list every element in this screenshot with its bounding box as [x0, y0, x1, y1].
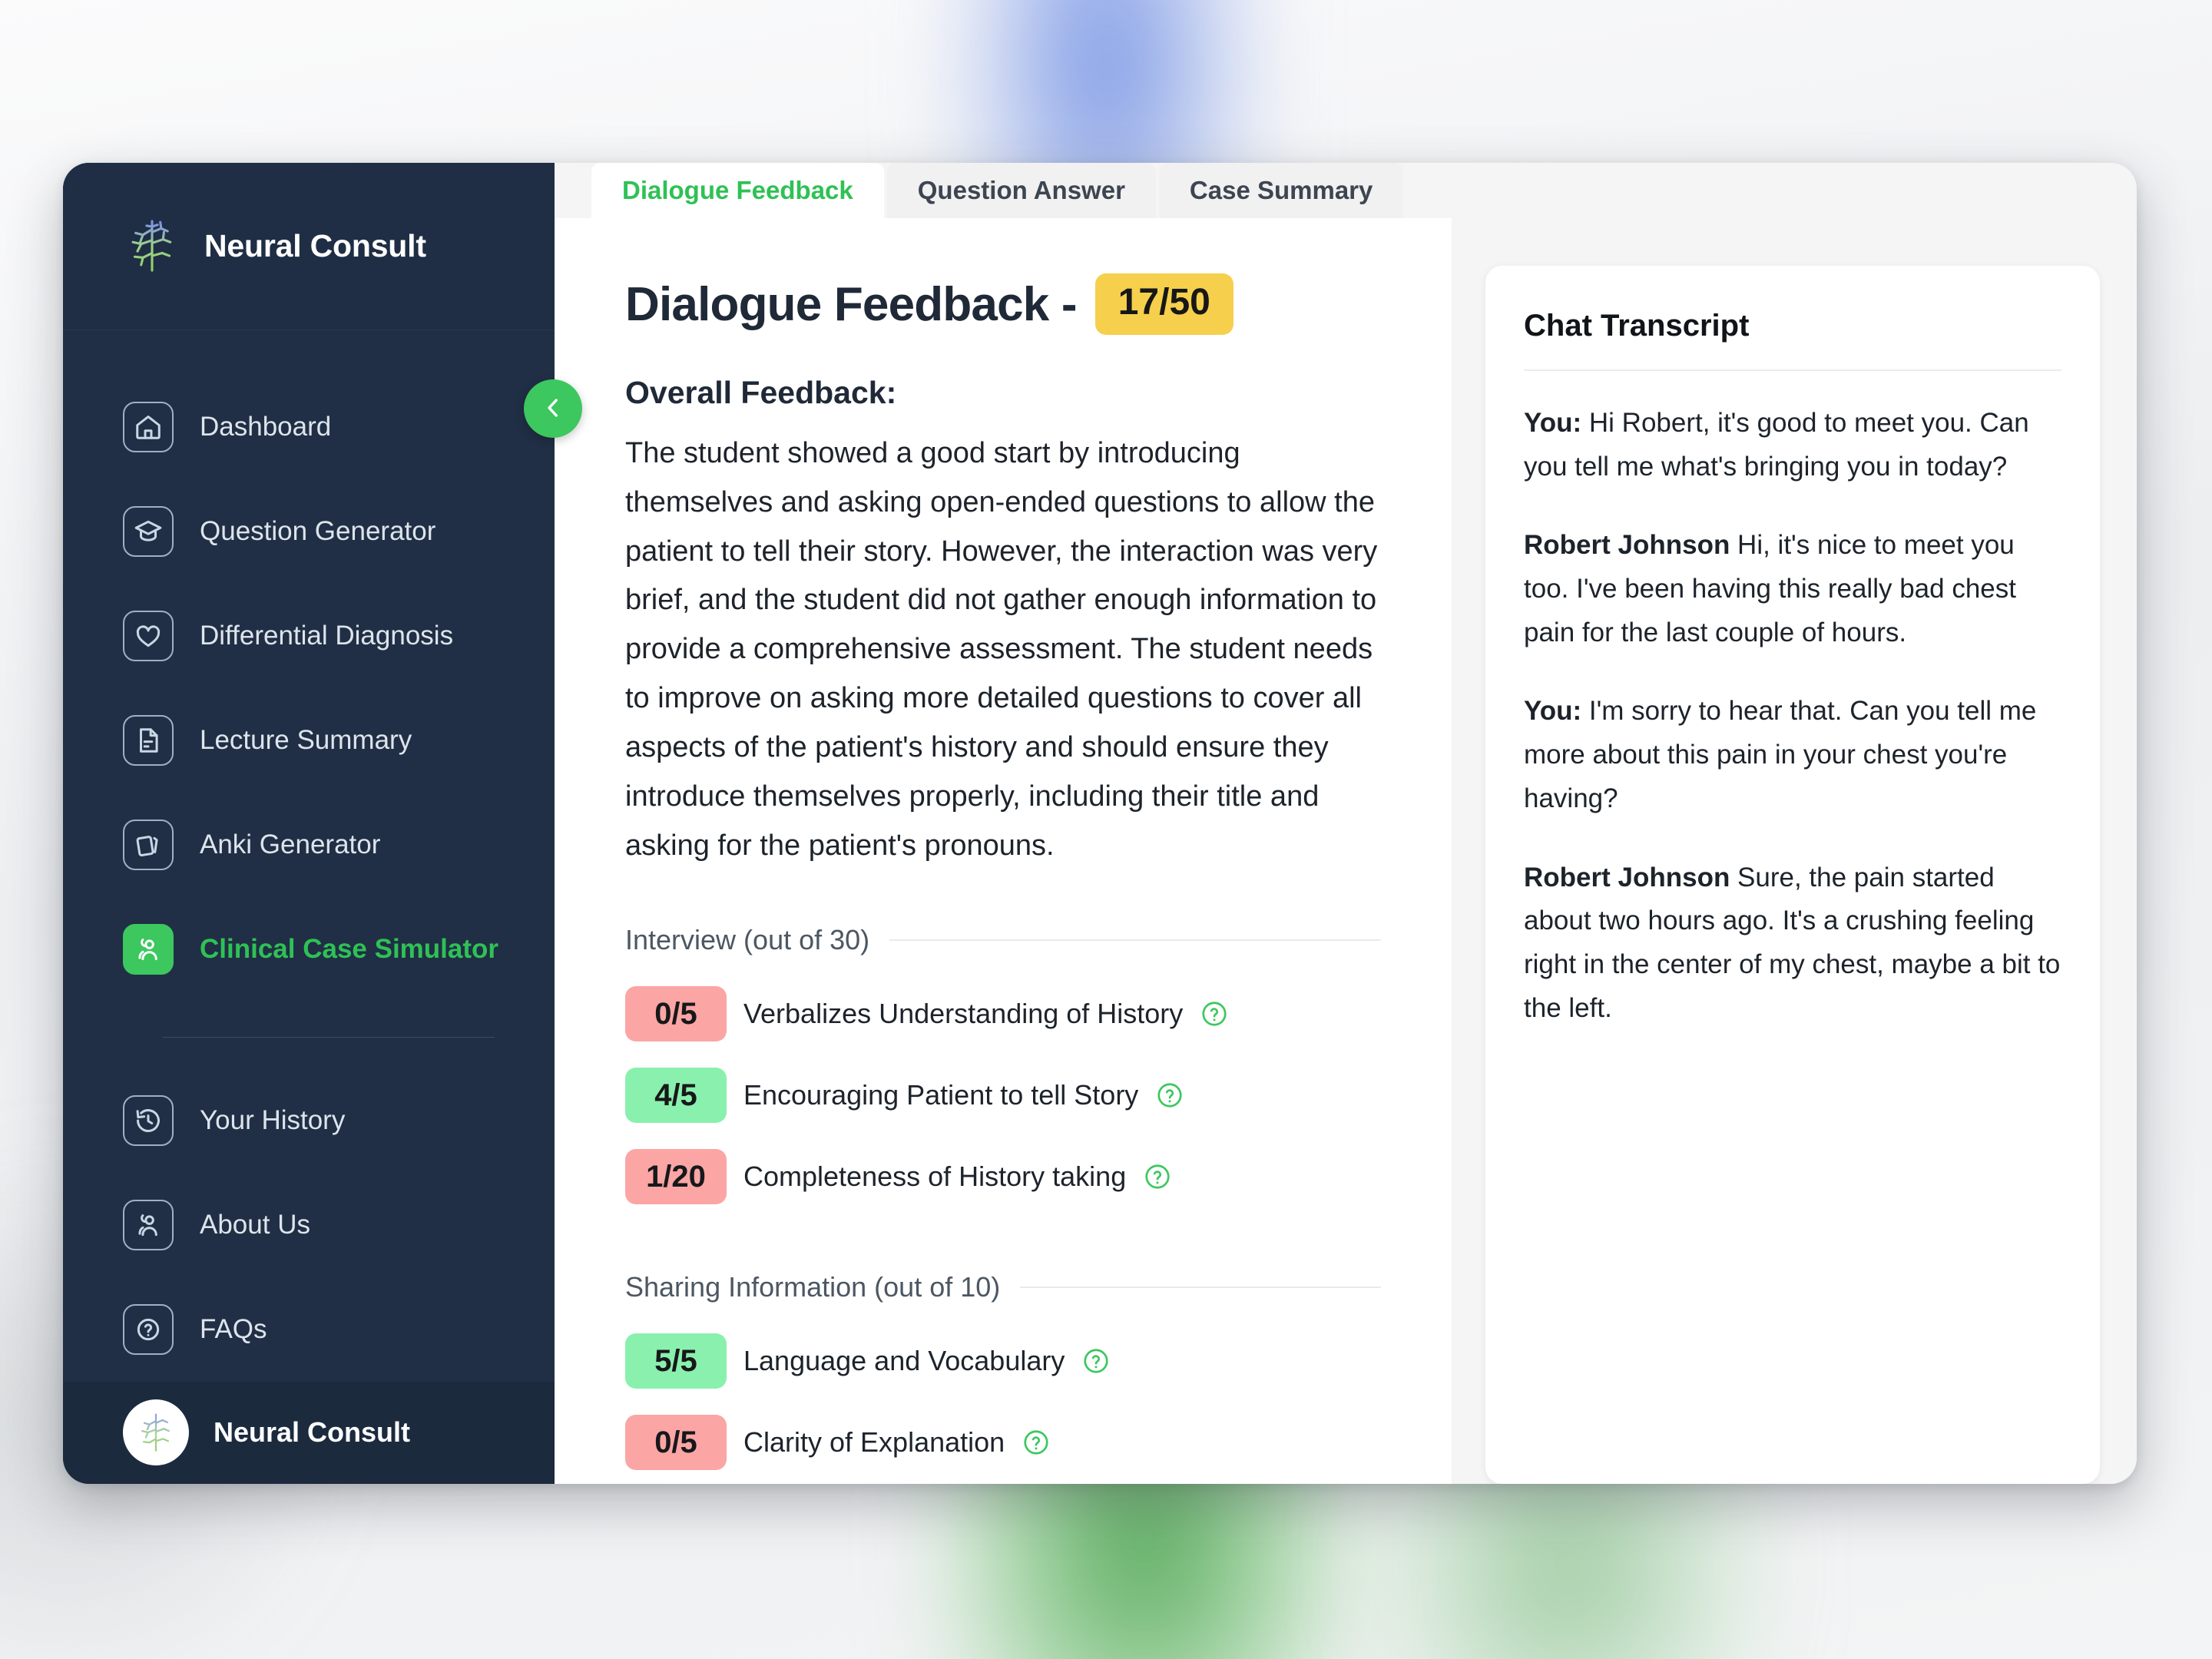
- brand-title: Neural Consult: [204, 227, 426, 263]
- chat-speaker: Robert Johnson: [1524, 530, 1730, 561]
- neuron-tree-icon: [123, 217, 181, 275]
- question-circle-icon: [123, 1303, 174, 1355]
- content-area: Dialogue Feedback Question Answer Case S…: [555, 163, 2137, 1484]
- score-chip: 0/5: [625, 986, 727, 1042]
- sidebar-item-dashboard[interactable]: Dashboard: [63, 375, 555, 479]
- score-criterion-label: Completeness of History taking: [743, 1161, 1127, 1193]
- sidebar-item-anki-generator[interactable]: Anki Generator: [63, 793, 555, 897]
- sidebar-item-label: Your History: [200, 1104, 346, 1135]
- score-criterion-label: Language and Vocabulary: [743, 1345, 1065, 1377]
- page-title-row: Dialogue Feedback - 17/50: [625, 273, 1381, 335]
- heart-icon: [123, 610, 174, 661]
- tab-label: Dialogue Feedback: [622, 176, 853, 204]
- tab-bar: Dialogue Feedback Question Answer Case S…: [555, 163, 2137, 218]
- cards-icon: [123, 819, 174, 870]
- sidebar-item-label: FAQs: [200, 1313, 267, 1344]
- score-criterion-label: Encouraging Patient to tell Story: [743, 1079, 1139, 1111]
- tab-question-answer[interactable]: Question Answer: [886, 163, 1156, 218]
- sidebar-item-lecture-summary[interactable]: Lecture Summary: [63, 688, 555, 793]
- tab-dialogue-feedback[interactable]: Dialogue Feedback: [591, 163, 884, 218]
- total-score-badge: 17/50: [1094, 273, 1233, 335]
- sidebar-brand-header: Neural Consult: [63, 163, 555, 330]
- score-chip: 1/20: [625, 1149, 727, 1205]
- chat-message-text: I'm sorry to hear that. Can you tell me …: [1524, 696, 2037, 813]
- tab-label: Question Answer: [917, 176, 1125, 204]
- chat-speaker: Robert Johnson: [1524, 862, 1730, 892]
- page-title: Dialogue Feedback -: [625, 277, 1078, 331]
- chat-transcript-title: Chat Transcript: [1524, 309, 1750, 343]
- people-icon: [123, 1199, 174, 1250]
- tab-label: Case Summary: [1189, 176, 1373, 204]
- group-divider: [1020, 1286, 1381, 1289]
- question-circle-icon[interactable]: [1143, 1162, 1172, 1191]
- app-window: Neural Consult Dashboard Question Genera…: [63, 163, 2137, 1484]
- score-criterion-label: Verbalizes Understanding of History: [743, 998, 1184, 1030]
- sidebar-divider: [163, 1036, 495, 1038]
- sidebar-item-label: Lecture Summary: [200, 724, 412, 755]
- sidebar: Neural Consult Dashboard Question Genera…: [63, 163, 555, 1484]
- sidebar-item-label: Differential Diagnosis: [200, 620, 454, 651]
- score-chip: 4/5: [625, 1068, 727, 1124]
- chat-title-divider: [1524, 369, 2061, 371]
- sidebar-item-faqs[interactable]: FAQs: [63, 1277, 555, 1382]
- footer-brand-name: Neural Consult: [214, 1416, 411, 1449]
- score-row: 0/5 Clarity of Explanation: [625, 1402, 1381, 1483]
- score-group-title: Sharing Information (out of 10): [625, 1271, 1001, 1303]
- chat-message: Robert Johnson Sure, the pain started ab…: [1524, 856, 2061, 1031]
- sidebar-primary-nav: Dashboard Question Generator Differentia…: [63, 330, 555, 1382]
- score-group-header: Interview (out of 30): [625, 924, 1381, 956]
- question-circle-icon[interactable]: [1200, 999, 1229, 1028]
- sidebar-item-your-history[interactable]: Your History: [63, 1068, 555, 1173]
- question-circle-icon[interactable]: [1081, 1346, 1111, 1376]
- overall-feedback-heading: Overall Feedback:: [625, 375, 897, 410]
- sidebar-item-about-us[interactable]: About Us: [63, 1173, 555, 1277]
- sidebar-account-footer[interactable]: Neural Consult: [63, 1381, 555, 1484]
- tab-case-summary[interactable]: Case Summary: [1158, 163, 1404, 218]
- overall-feedback-text: The student showed a good start by intro…: [625, 437, 1378, 862]
- question-circle-icon[interactable]: [1155, 1081, 1184, 1110]
- chat-message: You: Hi Robert, it's good to meet you. C…: [1524, 402, 2061, 488]
- sidebar-item-label: Dashboard: [200, 411, 332, 442]
- sidebar-item-label: Anki Generator: [200, 829, 381, 859]
- sidebar-item-label: Clinical Case Simulator: [200, 933, 499, 964]
- home-icon: [123, 401, 174, 452]
- question-circle-icon[interactable]: [1022, 1428, 1051, 1457]
- score-group-title: Interview (out of 30): [625, 924, 870, 956]
- score-row: 1/20 Completeness of History taking: [625, 1136, 1381, 1217]
- history-clock-icon: [123, 1094, 174, 1146]
- graduation-cap-icon: [123, 505, 174, 557]
- chat-message: You: I'm sorry to hear that. Can you tel…: [1524, 690, 2061, 820]
- sidebar-item-clinical-case-simulator[interactable]: Clinical Case Simulator: [63, 897, 555, 1002]
- document-icon: [123, 714, 174, 766]
- sidebar-collapse-button[interactable]: [524, 379, 582, 438]
- panes-container: Dialogue Feedback - 17/50 Overall Feedba…: [555, 218, 2137, 1484]
- group-divider: [889, 939, 1381, 942]
- sidebar-item-label: About Us: [200, 1209, 310, 1240]
- chat-message-text: Hi Robert, it's good to meet you. Can yo…: [1524, 408, 2029, 482]
- chat-transcript-panel: Chat Transcript You: Hi Robert, it's goo…: [1485, 266, 2100, 1484]
- score-chip: 0/5: [625, 1415, 727, 1471]
- score-group-header: Sharing Information (out of 10): [625, 1271, 1381, 1303]
- chevron-left-icon: [540, 395, 566, 423]
- score-group-interview: Interview (out of 30) 0/5 Verbalizes Und…: [625, 924, 1381, 1217]
- score-criterion-label: Clarity of Explanation: [743, 1426, 1005, 1459]
- sidebar-item-question-generator[interactable]: Question Generator: [63, 479, 555, 584]
- score-row: 0/5 Verbalizes Understanding of History: [625, 973, 1381, 1055]
- score-group-sharing-information: Sharing Information (out of 10) 5/5 Lang…: [625, 1271, 1381, 1483]
- score-row: 5/5 Language and Vocabulary: [625, 1320, 1381, 1402]
- chat-speaker: You:: [1524, 696, 1582, 727]
- score-row: 4/5 Encouraging Patient to tell Story: [625, 1055, 1381, 1136]
- score-chip: 5/5: [625, 1333, 727, 1389]
- chat-transcript-wrapper: Chat Transcript You: Hi Robert, it's goo…: [1485, 218, 2100, 1484]
- sidebar-item-label: Question Generator: [200, 515, 436, 546]
- people-icon: [123, 923, 174, 975]
- dialogue-feedback-panel: Dialogue Feedback - 17/50 Overall Feedba…: [555, 218, 1452, 1484]
- chat-speaker: You:: [1524, 408, 1582, 438]
- chat-message: Robert Johnson Hi, it's nice to meet you…: [1524, 524, 2061, 654]
- avatar: [123, 1399, 189, 1466]
- sidebar-item-differential-diagnosis[interactable]: Differential Diagnosis: [63, 584, 555, 688]
